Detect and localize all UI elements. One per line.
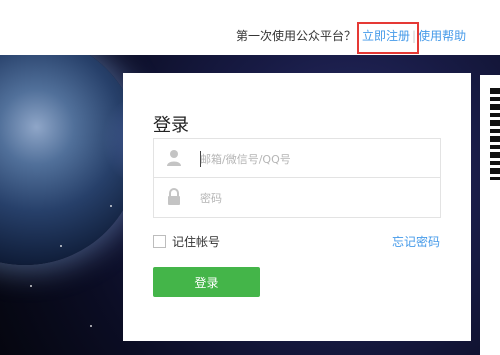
register-highlight-box [357, 22, 419, 54]
login-title: 登录 [153, 115, 189, 136]
user-icon [166, 149, 182, 167]
login-button[interactable]: 登录 [153, 267, 260, 297]
star [90, 325, 92, 327]
account-field[interactable] [153, 138, 441, 178]
star [30, 285, 32, 287]
password-input[interactable] [200, 188, 430, 208]
star [60, 245, 62, 247]
first-time-text: 第一次使用公众平台？ [236, 29, 357, 43]
remember-account[interactable]: 记住帐号 [153, 233, 220, 250]
qr-code [490, 88, 500, 180]
remember-checkbox[interactable] [153, 235, 166, 248]
lock-icon [166, 188, 182, 206]
forgot-password-link[interactable]: 忘记密码 [392, 233, 440, 250]
password-field[interactable] [153, 178, 441, 218]
star [110, 205, 112, 207]
top-bar: 第一次使用公众平台？ 立即注册 | 使用帮助 [0, 0, 500, 55]
account-input[interactable] [200, 149, 430, 169]
help-link[interactable]: 使用帮助 [418, 29, 466, 43]
remember-label: 记住帐号 [172, 235, 221, 249]
